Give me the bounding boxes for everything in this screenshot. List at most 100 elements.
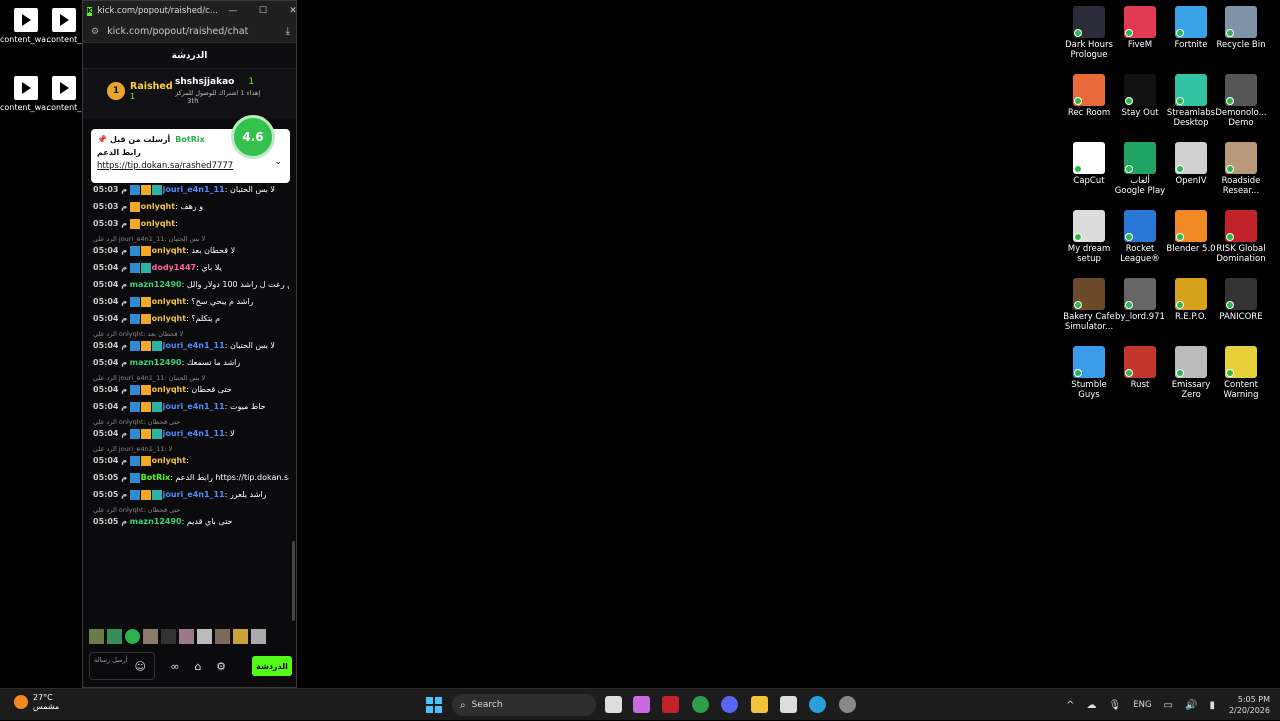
message-username[interactable]: onlyqht <box>141 219 175 228</box>
chat-message[interactable]: 05:04 م jouri_e4n1_11: لا <box>93 427 289 440</box>
chat-message[interactable]: 05:05 م BotRix: رابط الدعم https://tip.d… <box>93 471 289 484</box>
chat-message[interactable]: 05:04 م onlyqht: لا قحطان بعد <box>93 244 289 257</box>
reply-context[interactable]: الرد على jouri_e4n1_11: لا بس الحتبان <box>93 234 289 244</box>
store-icon[interactable]: ⌂ <box>188 660 208 673</box>
reply-context[interactable]: الرد على jouri_e4n1_11: لا <box>93 444 289 454</box>
chat-message[interactable]: 05:04 م jouri_e4n1_11: لا بس الحتبان <box>93 339 289 352</box>
infinity-icon[interactable]: ∞ <box>165 660 185 673</box>
leaderboard-second[interactable]: shshsjjakao 1 إهداء 1 اشتراك للوصول للمرك… <box>175 77 260 105</box>
message-username[interactable]: onlyqht <box>152 385 186 394</box>
chat-message[interactable]: 05:05 م jouri_e4n1_11: راشد يلعرر <box>93 488 289 501</box>
desktop-icon[interactable]: ألعاب Google Play <box>1114 142 1166 196</box>
site-info-icon[interactable]: ⚙ <box>91 27 99 37</box>
clock[interactable]: 5:05 PM 2/20/2026 <box>1229 694 1270 716</box>
desktop-icon[interactable]: Rec Room <box>1063 74 1115 118</box>
message-username[interactable]: jouri_e4n1_11 <box>163 185 225 194</box>
chat-message[interactable]: 05:04 م dody1447: يلا باي <box>93 261 289 274</box>
weather-widget[interactable]: 27°C مشمس <box>14 693 59 711</box>
reply-context[interactable]: الرد على onlyqht: لا قحطان بعد <box>93 329 289 339</box>
desktop-icon[interactable]: Streamlabs Desktop <box>1165 74 1217 128</box>
chat-message[interactable]: 05:03 م onlyqht: <box>93 217 289 230</box>
store-app-icon[interactable] <box>780 696 797 713</box>
desktop-icon[interactable]: FiveM <box>1114 6 1166 50</box>
chat-message[interactable]: 05:03 م jouri_e4n1_11: لا بس الحتبان <box>93 183 289 196</box>
emote-icon[interactable] <box>233 629 248 644</box>
message-username[interactable]: onlyqht <box>141 202 175 211</box>
desktop-icon[interactable]: Fortnite <box>1165 6 1217 50</box>
chat-message[interactable]: 05:03 م onlyqht: و رهف <box>93 200 289 213</box>
message-username[interactable]: dody1447 <box>152 263 196 272</box>
scrollbar[interactable] <box>292 541 295 621</box>
battery-icon[interactable]: ▮ <box>1209 700 1215 711</box>
desktop-icon[interactable]: PANICORE <box>1215 278 1267 322</box>
desktop-icon[interactable]: Bakery Cafe Simulator... <box>1063 278 1115 332</box>
task-view-icon[interactable] <box>605 696 622 713</box>
desktop-icon[interactable]: Emissary Zero <box>1165 346 1217 400</box>
message-username[interactable]: jouri_e4n1_11 <box>163 402 225 411</box>
pinned-link[interactable]: https://tip.dokan.sa/rashed7777 <box>97 161 284 171</box>
message-username[interactable]: onlyqht <box>152 314 186 323</box>
taskbar-search[interactable]: ⌕ Search <box>452 694 596 716</box>
emote-icon[interactable] <box>107 629 122 644</box>
message-username[interactable]: onlyqht <box>152 456 186 465</box>
message-username[interactable]: BotRix <box>141 473 170 482</box>
reply-context[interactable]: الرد على onlyqht: حتى قحطان <box>93 505 289 515</box>
message-username[interactable]: jouri_e4n1_11 <box>163 341 225 350</box>
send-button[interactable]: الدردشة <box>252 656 292 676</box>
message-username[interactable]: onlyqht <box>152 246 186 255</box>
desktop-icon[interactable]: Stumble Guys <box>1063 346 1115 400</box>
chevron-up-icon[interactable]: ^ <box>1066 700 1074 711</box>
emote-icon[interactable] <box>215 629 230 644</box>
desktop-icon[interactable]: Roadside Resear... <box>1215 142 1267 196</box>
desktop-icon[interactable]: Blender 5.0 <box>1165 210 1217 254</box>
minimize-button[interactable]: — <box>218 6 248 16</box>
message-username[interactable]: jouri_e4n1_11 <box>163 490 225 499</box>
emote-icon[interactable] <box>251 629 266 644</box>
chat-message[interactable]: 05:05 م mazn12490: حتى باي قديم <box>93 515 289 528</box>
message-username[interactable]: mazn12490 <box>130 517 182 526</box>
desktop-icon[interactable]: Demonolo... Demo <box>1215 74 1267 128</box>
emote-icon[interactable] <box>89 629 104 644</box>
emote-icon[interactable] <box>197 629 212 644</box>
chat-message[interactable]: 05:04 م onlyqht: حتى قحطان <box>93 383 289 396</box>
file-explorer-icon[interactable] <box>751 696 768 713</box>
chat-message[interactable]: 05:04 م mazn12490: تحيل تحيل عن رعت ل را… <box>93 278 289 291</box>
desktop-icon[interactable]: Rocket League® <box>1114 210 1166 264</box>
desktop-icon[interactable]: by_lord.971 <box>1114 278 1166 322</box>
message-username[interactable]: mazn12490 <box>130 280 182 289</box>
reply-context[interactable]: الرد على onlyqht: حتى قحطان <box>93 417 289 427</box>
leaderboard-first[interactable]: 1 Raished 1 <box>107 81 173 101</box>
desktop-icon[interactable]: OpenIV <box>1165 142 1217 186</box>
desktop-icon-content-2[interactable]: content_ <box>44 8 84 44</box>
maximize-button[interactable]: ☐ <box>248 6 278 16</box>
microphone-icon[interactable]: 🎙 <box>1109 700 1122 711</box>
discord-icon[interactable] <box>721 696 738 713</box>
download-icon[interactable]: ⤓ <box>286 26 290 37</box>
chat-message[interactable]: 05:04 م onlyqht: <box>93 454 289 467</box>
desktop-icon[interactable]: RISK Global Domination <box>1215 210 1267 264</box>
language-indicator[interactable]: ENG <box>1133 700 1151 710</box>
desktop-icon[interactable]: Rust <box>1114 346 1166 390</box>
desktop-icon[interactable]: CapCut <box>1063 142 1115 186</box>
message-username[interactable]: onlyqht <box>152 297 186 306</box>
chevron-down-icon[interactable]: ⌄ <box>274 157 282 167</box>
network-icon[interactable]: ☁ <box>1087 700 1097 711</box>
address-bar[interactable]: ⚙ kick.com/popout/raished/chat ⤓ <box>83 21 296 43</box>
desktop-icon[interactable]: My dream setup <box>1063 210 1115 264</box>
chrome-icon[interactable] <box>692 696 709 713</box>
emote-icon[interactable] <box>179 629 194 644</box>
reply-context[interactable]: الرد على jouri_e4n1_11: لا بس الحتبان <box>93 373 289 383</box>
display-icon[interactable]: ▭ <box>1164 700 1173 711</box>
copilot-icon[interactable] <box>633 696 650 713</box>
chat-message[interactable]: 05:04 م jouri_e4n1_11: حاط ميوت <box>93 400 289 413</box>
edge-icon[interactable] <box>809 696 826 713</box>
emote-icon[interactable] <box>143 629 158 644</box>
chat-message[interactable]: 05:04 م onlyqht: م يتكلم؟ <box>93 312 289 325</box>
desktop-icon[interactable]: Recycle Bin <box>1215 6 1267 50</box>
windows-start-icon[interactable] <box>426 697 442 713</box>
desktop-icon-content-4[interactable]: content_ <box>44 76 84 112</box>
desktop-icon[interactable]: Stay Out <box>1114 74 1166 118</box>
close-button[interactable]: ✕ <box>278 6 308 16</box>
desktop-icon[interactable]: R.E.P.O. <box>1165 278 1217 322</box>
chat-message[interactable]: 05:04 م mazn12490: راشد ما تسمعك <box>93 356 289 369</box>
